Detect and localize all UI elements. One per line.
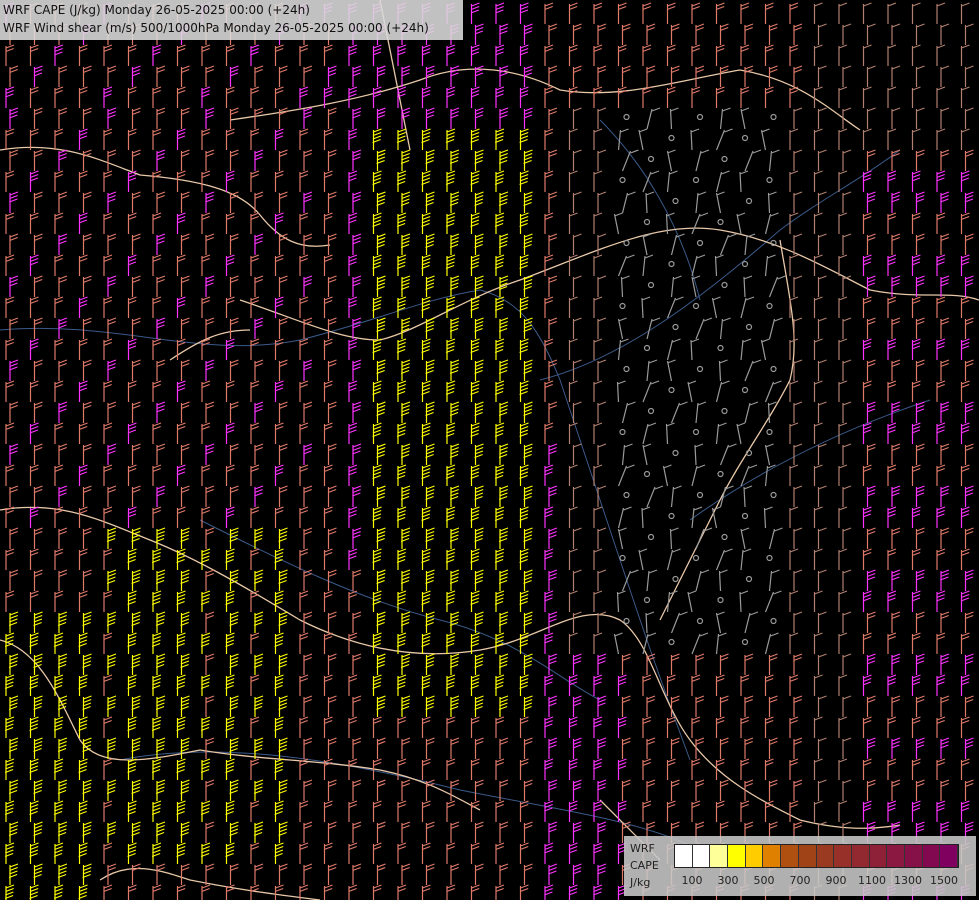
- map-background: [0, 0, 979, 900]
- weather-map: [0, 0, 979, 900]
